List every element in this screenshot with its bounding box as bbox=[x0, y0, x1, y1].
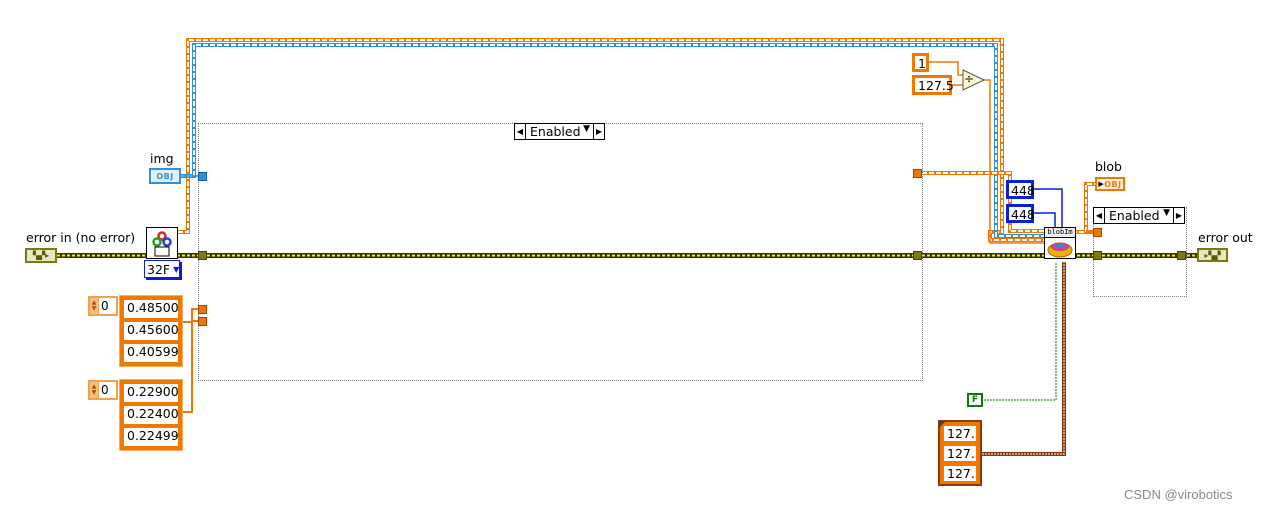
obj-type-tag: OBJ bbox=[156, 171, 174, 181]
case-selector-main[interactable]: ◀ Enabled ▼ ▶ bbox=[514, 123, 605, 140]
dropdown-arrow-icon[interactable]: ▼ bbox=[583, 124, 590, 139]
dropdown-arrow-icon[interactable]: ▼ bbox=[1163, 208, 1170, 223]
dropdown-arrow-icon: ▼ bbox=[173, 264, 180, 274]
array-element[interactable]: 0.485000 bbox=[122, 298, 180, 320]
cluster-element[interactable]: 127.5 bbox=[942, 464, 978, 483]
blob-label: blob bbox=[1095, 159, 1122, 174]
std-tunnel[interactable] bbox=[198, 317, 207, 326]
numerator-wire[interactable] bbox=[928, 61, 964, 76]
image-type-value: 32F bbox=[147, 261, 171, 277]
index-spinner-icon[interactable]: ▲ ▼ bbox=[90, 298, 99, 314]
error-in-label: error in (no error) bbox=[26, 230, 136, 245]
case-structure-main[interactable] bbox=[198, 123, 923, 381]
img-label: img bbox=[150, 151, 174, 166]
denominator-constant[interactable]: 127.5 bbox=[912, 75, 954, 95]
array-element[interactable]: 0.224999 bbox=[122, 426, 180, 448]
array-element[interactable]: 0.405999 bbox=[122, 342, 180, 364]
node-title: blobIm bbox=[1045, 228, 1075, 238]
error-in-tunnel[interactable] bbox=[198, 251, 207, 260]
mean-scalar-cluster-constant[interactable]: 127.5 127.5 127.5 bbox=[938, 420, 982, 486]
increment-arrow-icon[interactable]: ▶ bbox=[593, 124, 604, 139]
error-case-in-tunnel[interactable] bbox=[1093, 251, 1102, 260]
img-tunnel[interactable] bbox=[198, 172, 207, 181]
image-type-dropdown[interactable]: 32F ▼ bbox=[144, 260, 180, 278]
numerator-constant[interactable]: 1 bbox=[912, 53, 929, 72]
error-cluster-icon: ▚▞▸ bbox=[32, 251, 50, 260]
std-array-index[interactable]: ▲ ▼ 0 bbox=[88, 380, 118, 400]
scalar-cluster-wire[interactable] bbox=[982, 262, 1066, 456]
width-wire[interactable] bbox=[1034, 188, 1063, 228]
index-value: 0 bbox=[101, 383, 109, 397]
array-element[interactable]: 0.456000 bbox=[122, 320, 180, 342]
blob-from-image-node[interactable]: blobIm bbox=[1044, 227, 1076, 259]
error-cluster-icon: ▸▚▞ bbox=[1204, 250, 1221, 260]
height-constant[interactable]: 448 bbox=[1006, 204, 1035, 223]
error-out-indicator[interactable]: ▸▚▞ bbox=[1197, 248, 1228, 262]
swap-rb-boolean-constant[interactable]: F bbox=[967, 393, 983, 407]
error-in-control[interactable]: ▚▞▸ bbox=[25, 248, 57, 263]
index-value: 0 bbox=[101, 299, 109, 313]
obj-type-tag: OBJ bbox=[1104, 179, 1122, 189]
blob-icon bbox=[1047, 242, 1073, 258]
index-spinner-icon[interactable]: ▲ ▼ bbox=[90, 382, 99, 398]
blob-indicator[interactable]: ▶ OBJ bbox=[1095, 177, 1125, 191]
boolean-wire[interactable] bbox=[984, 262, 1057, 401]
case-selector-value: Enabled bbox=[530, 124, 581, 139]
cluster-element[interactable]: 127.5 bbox=[942, 444, 978, 463]
decrement-arrow-icon[interactable]: ◀ bbox=[515, 124, 526, 139]
divide-icon: ÷ bbox=[964, 72, 975, 86]
img-control[interactable]: OBJ bbox=[149, 168, 181, 184]
std-wire[interactable] bbox=[180, 320, 198, 413]
std-array-constant[interactable]: 0.229000 0.224000 0.224999 bbox=[120, 380, 182, 450]
case-selector-output[interactable]: ◀ Enabled ▼ ▶ bbox=[1093, 207, 1185, 224]
mean-array-constant[interactable]: 0.485000 0.456000 0.405999 bbox=[120, 296, 182, 366]
error-out-tunnel[interactable] bbox=[913, 251, 922, 260]
opencv-logo-icon bbox=[152, 231, 172, 257]
error-case-out-tunnel[interactable] bbox=[1177, 251, 1186, 260]
decrement-arrow-icon[interactable]: ◀ bbox=[1094, 208, 1105, 223]
width-constant[interactable]: 448 bbox=[1006, 180, 1035, 199]
error-out-label: error out bbox=[1198, 230, 1253, 245]
blob-case-tunnel[interactable] bbox=[1093, 228, 1102, 237]
height-wire[interactable] bbox=[1034, 212, 1056, 228]
cluster-element[interactable]: 127.5 bbox=[942, 424, 978, 443]
mean-array-index[interactable]: ▲ ▼ 0 bbox=[88, 296, 118, 316]
create-image-node[interactable] bbox=[146, 227, 178, 259]
increment-arrow-icon[interactable]: ▶ bbox=[1173, 208, 1184, 223]
cluster-corner-icon bbox=[939, 421, 946, 428]
mean-tunnel[interactable] bbox=[198, 305, 207, 314]
array-element[interactable]: 0.229000 bbox=[122, 382, 180, 404]
watermark: CSDN @virobotics bbox=[1124, 487, 1233, 502]
case-output-tunnel[interactable] bbox=[913, 169, 922, 178]
array-element[interactable]: 0.224000 bbox=[122, 404, 180, 426]
case-selector-value: Enabled bbox=[1109, 208, 1160, 223]
